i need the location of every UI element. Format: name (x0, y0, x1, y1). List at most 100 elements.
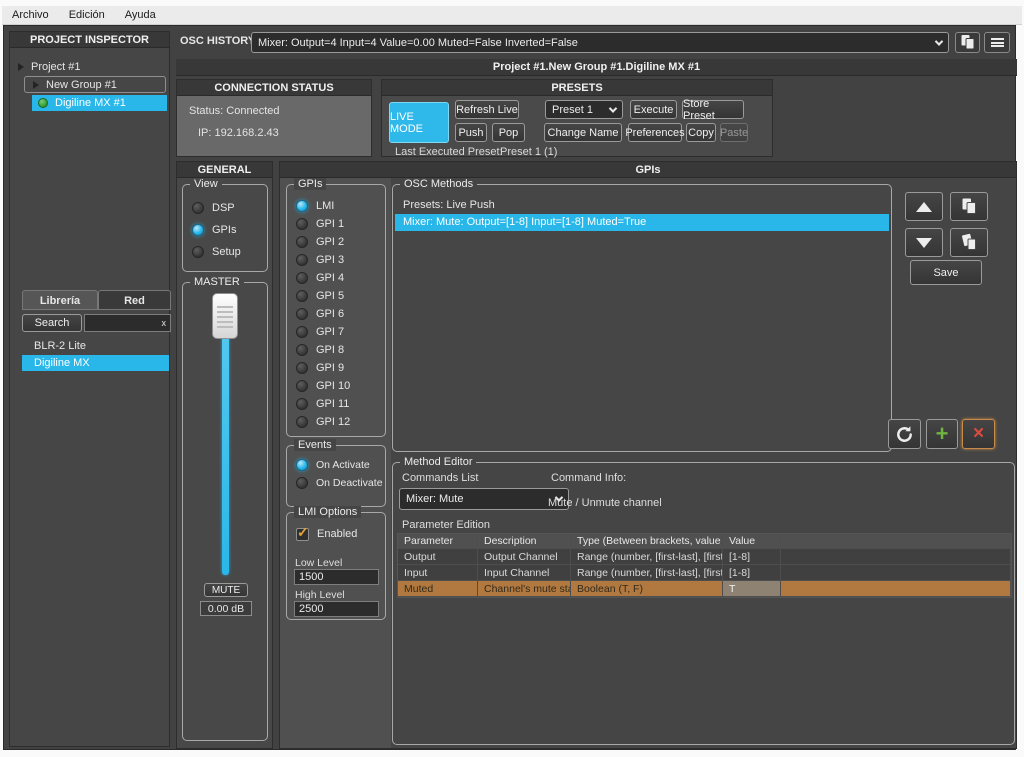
tab-red[interactable]: Red (98, 290, 171, 310)
preferences-button[interactable]: Preferences (628, 123, 682, 142)
master-level-display: 0.00 dB (200, 601, 252, 616)
cell-parameter[interactable]: Output (398, 549, 478, 565)
gpi-option-1[interactable]: GPI 1 (287, 215, 385, 233)
cell-empty-selected (781, 581, 1011, 597)
paste-button[interactable]: Paste (720, 123, 748, 142)
project-inspector-panel: PROJECT INSPECTOR Project #1 New Group #… (9, 31, 170, 747)
lmi-enabled-checkbox[interactable]: ✓ Enabled (287, 525, 385, 543)
save-button[interactable]: Save (910, 260, 982, 285)
osc-method-item[interactable]: Presets: Live Push (395, 197, 889, 213)
osc-history-combo[interactable]: Mixer: Output=4 Input=4 Value=0.00 Muted… (251, 32, 949, 53)
radio-label: GPI 12 (316, 416, 350, 428)
preset-select[interactable]: Preset 1 (545, 100, 623, 119)
refresh-methods-button[interactable] (888, 419, 921, 449)
library-item-digiline-selected[interactable]: Digiline MX (22, 355, 169, 371)
search-input[interactable]: x (84, 314, 171, 332)
push-button[interactable]: Push (455, 123, 487, 142)
gpi-option-2[interactable]: GPI 2 (287, 233, 385, 251)
expand-arrow-icon[interactable] (18, 63, 24, 71)
event-on-deactivate[interactable]: On Deactivate (287, 474, 385, 492)
master-fader-track[interactable] (222, 317, 229, 575)
cell-parameter[interactable]: Input (398, 565, 478, 581)
radio-icon (296, 272, 308, 284)
cell-description[interactable]: Output Channel (478, 549, 571, 565)
expand-arrow-icon[interactable] (33, 81, 39, 89)
history-copy-button[interactable] (955, 32, 980, 53)
live-mode-button[interactable]: LIVE MODE (389, 102, 449, 143)
command-info-value: Mute / Unmute channel (548, 497, 662, 509)
tree-item-project[interactable]: Project #1 (18, 59, 81, 75)
history-menu-button[interactable] (984, 32, 1010, 53)
move-down-button[interactable] (905, 228, 943, 257)
cell-parameter-selected[interactable]: Muted (398, 581, 478, 597)
parameter-edition-label: Parameter Edition (402, 519, 490, 531)
high-level-input[interactable] (294, 601, 379, 617)
gpi-option-10[interactable]: GPI 10 (287, 377, 385, 395)
add-method-button[interactable]: + (926, 419, 958, 449)
execute-button[interactable]: Execute (630, 100, 677, 119)
cell-type-selected[interactable]: Boolean (T, F) (571, 581, 723, 597)
arrow-up-icon (916, 202, 932, 212)
gpis-list-label: GPIs (294, 178, 326, 190)
copy-button[interactable]: Copy (686, 123, 716, 142)
gpi-option-6[interactable]: GPI 6 (287, 305, 385, 323)
master-fader-handle[interactable] (212, 293, 238, 339)
gpi-option-7[interactable]: GPI 7 (287, 323, 385, 341)
tree-item-group[interactable]: New Group #1 (24, 76, 166, 93)
lmi-options-groupbox: LMI Options ✓ Enabled Low Level High Lev… (286, 512, 386, 620)
search-clear-icon[interactable]: x (162, 318, 167, 328)
menu-ayuda[interactable]: Ayuda (125, 9, 156, 21)
store-preset-button[interactable]: Store Preset (682, 100, 744, 119)
gpi-option-8[interactable]: GPI 8 (287, 341, 385, 359)
gpi-option-4[interactable]: GPI 4 (287, 269, 385, 287)
radio-label: GPI 3 (316, 254, 344, 266)
menu-archivo[interactable]: Archivo (12, 9, 49, 21)
gpi-option-3[interactable]: GPI 3 (287, 251, 385, 269)
cell-value-selected[interactable]: T (723, 581, 781, 597)
commands-list-select[interactable]: Mixer: Mute (399, 488, 569, 510)
view-option-gpis[interactable]: GPIs (183, 221, 267, 239)
gpi-option-11[interactable]: GPI 11 (287, 395, 385, 413)
tree-item-label: Project #1 (31, 61, 81, 73)
refresh-live-button[interactable]: Refresh Live (455, 100, 519, 119)
search-button[interactable]: Search (22, 314, 82, 332)
move-up-button[interactable] (905, 192, 943, 221)
gpi-option-5[interactable]: GPI 5 (287, 287, 385, 305)
radio-icon (296, 416, 308, 428)
cell-description[interactable]: Input Channel (478, 565, 571, 581)
cell-type[interactable]: Range (number, [first-last], [first-last… (571, 549, 723, 565)
osc-method-item-selected[interactable]: Mixer: Mute: Output=[1-8] Input=[1-8] Mu… (395, 214, 889, 231)
commands-list-label: Commands List (402, 472, 478, 484)
tab-libreria[interactable]: Librería (22, 290, 98, 310)
view-option-setup[interactable]: Setup (183, 243, 267, 261)
low-level-input[interactable] (294, 569, 379, 585)
delete-method-button[interactable]: × (962, 419, 995, 449)
change-name-button[interactable]: Change Name (544, 123, 622, 142)
radio-label: GPI 8 (316, 344, 344, 356)
library-item-blr2[interactable]: BLR-2 Lite (22, 338, 169, 354)
hamburger-icon (991, 37, 1004, 49)
radio-label: GPI 5 (316, 290, 344, 302)
radio-label: GPI 4 (316, 272, 344, 284)
copy-icon (960, 34, 976, 51)
tree-item-device-selected[interactable]: Digiline MX #1 (32, 95, 167, 111)
gpi-option-9[interactable]: GPI 9 (287, 359, 385, 377)
paste-icon (961, 233, 978, 252)
gpi-option-12[interactable]: GPI 12 (287, 413, 385, 431)
cell-value[interactable]: [1-8] (723, 549, 781, 565)
gpi-option-lmi[interactable]: LMI (287, 197, 385, 215)
cell-value[interactable]: [1-8] (723, 565, 781, 581)
pop-button[interactable]: Pop (492, 123, 525, 142)
copy-method-button[interactable] (950, 192, 988, 221)
radio-selected-icon (192, 224, 204, 236)
paste-method-button[interactable] (950, 228, 988, 257)
view-option-dsp[interactable]: DSP (183, 199, 267, 217)
menu-edicion[interactable]: Edición (69, 9, 105, 21)
last-executed-value: Preset 1 (1) (500, 146, 557, 158)
last-executed-label: Last Executed Preset: (395, 146, 503, 158)
mute-button[interactable]: MUTE (204, 583, 248, 597)
cell-description-selected[interactable]: Channel's mute status (478, 581, 571, 597)
event-on-activate[interactable]: On Activate (287, 456, 385, 474)
cell-type[interactable]: Range (number, [first-last], [first-last… (571, 565, 723, 581)
chevron-down-icon (609, 104, 617, 112)
